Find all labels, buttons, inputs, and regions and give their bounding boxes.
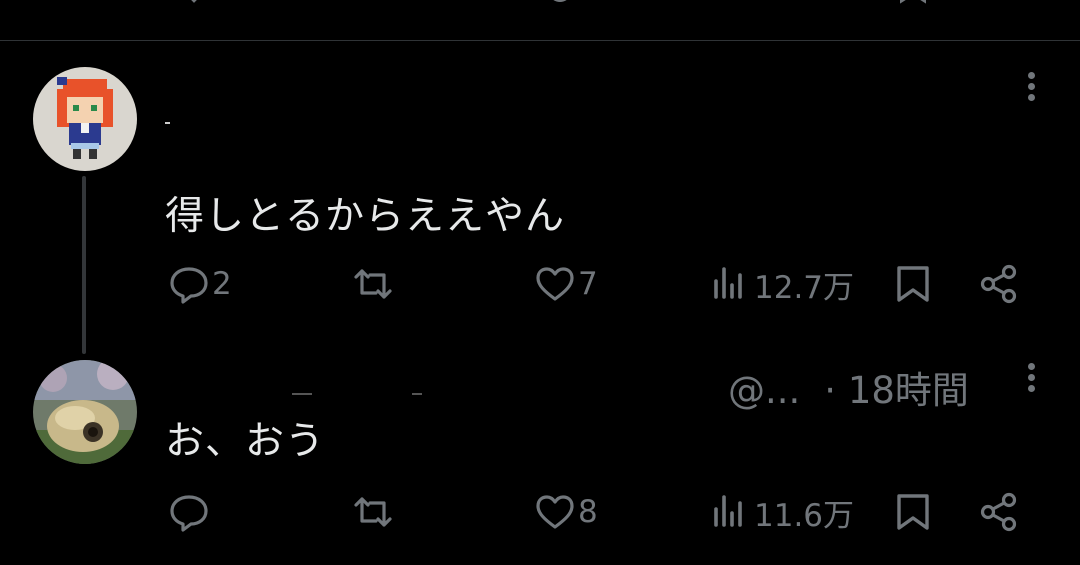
more-icon-dot bbox=[1027, 385, 1035, 392]
more-options-button[interactable] bbox=[1026, 72, 1036, 106]
post-text: お、おう bbox=[165, 419, 326, 464]
repost-icon bbox=[354, 269, 392, 299]
views-icon bbox=[714, 267, 742, 299]
photo-avatar-image bbox=[33, 360, 137, 464]
share-button[interactable] bbox=[978, 259, 1020, 309]
pixel-art-avatar-image bbox=[33, 67, 137, 171]
avatar[interactable] bbox=[33, 67, 137, 171]
repost-button[interactable] bbox=[352, 259, 396, 309]
post-text: 得しとるからええやん bbox=[165, 194, 566, 239]
more-icon bbox=[1027, 72, 1035, 79]
reply-icon bbox=[191, 0, 197, 3]
avatar[interactable] bbox=[33, 360, 137, 464]
repost-icon bbox=[354, 497, 392, 527]
more-icon-dot bbox=[1027, 94, 1035, 101]
share-button[interactable] bbox=[978, 487, 1020, 537]
display-name-fragment bbox=[165, 122, 170, 124]
reply-icon bbox=[170, 495, 208, 532]
share-icon bbox=[1000, 0, 1030, 6]
bookmark-icon bbox=[897, 266, 929, 302]
previous-post-actions bbox=[0, 0, 1080, 40]
views-button[interactable]: 11.6万 bbox=[710, 487, 854, 537]
like-count: 7 bbox=[578, 266, 598, 302]
view-count: 11.6万 bbox=[754, 497, 855, 534]
bookmark-button[interactable] bbox=[892, 259, 934, 309]
heart-icon bbox=[536, 267, 574, 301]
more-icon bbox=[1027, 363, 1035, 370]
heart-icon bbox=[553, 0, 567, 3]
repost-button[interactable] bbox=[352, 487, 396, 537]
more-options-button[interactable] bbox=[1026, 363, 1036, 397]
share-icon bbox=[980, 264, 1017, 304]
views-icon bbox=[714, 495, 742, 527]
reply-icon bbox=[170, 267, 208, 304]
reply-post-2[interactable]: @... · 18時間 お、おう 8 11.6万 bbox=[0, 355, 1080, 565]
more-icon-dot bbox=[1027, 374, 1035, 381]
share-icon bbox=[980, 492, 1017, 532]
reply-count: 2 bbox=[212, 266, 232, 302]
reply-button[interactable] bbox=[168, 487, 212, 537]
bookmark-icon bbox=[897, 494, 929, 530]
reply-button[interactable]: 2 bbox=[168, 259, 232, 309]
views-button[interactable]: 12.7万 bbox=[710, 259, 854, 309]
heart-icon bbox=[536, 495, 574, 529]
reply-post-1[interactable]: 得しとるからええやん 2 7 12.7万 bbox=[0, 41, 1080, 361]
bookmark-icon bbox=[900, 0, 926, 4]
like-button[interactable]: 8 bbox=[534, 487, 598, 537]
action-bar: 8 11.6万 bbox=[0, 487, 1080, 537]
repost-icon bbox=[365, 0, 395, 6]
views-icon bbox=[714, 0, 774, 6]
bookmark-button[interactable] bbox=[892, 487, 934, 537]
like-button[interactable]: 7 bbox=[534, 259, 598, 309]
display-name-fragment bbox=[292, 393, 422, 395]
user-handle[interactable]: @... bbox=[728, 369, 800, 412]
like-count: 8 bbox=[578, 494, 598, 530]
more-icon-dot bbox=[1027, 83, 1035, 90]
timestamp[interactable]: · 18時間 bbox=[824, 369, 969, 412]
view-count: 12.7万 bbox=[754, 269, 855, 306]
action-bar: 2 7 12.7万 bbox=[0, 259, 1080, 309]
post-meta: @... · 18時間 bbox=[728, 360, 969, 414]
